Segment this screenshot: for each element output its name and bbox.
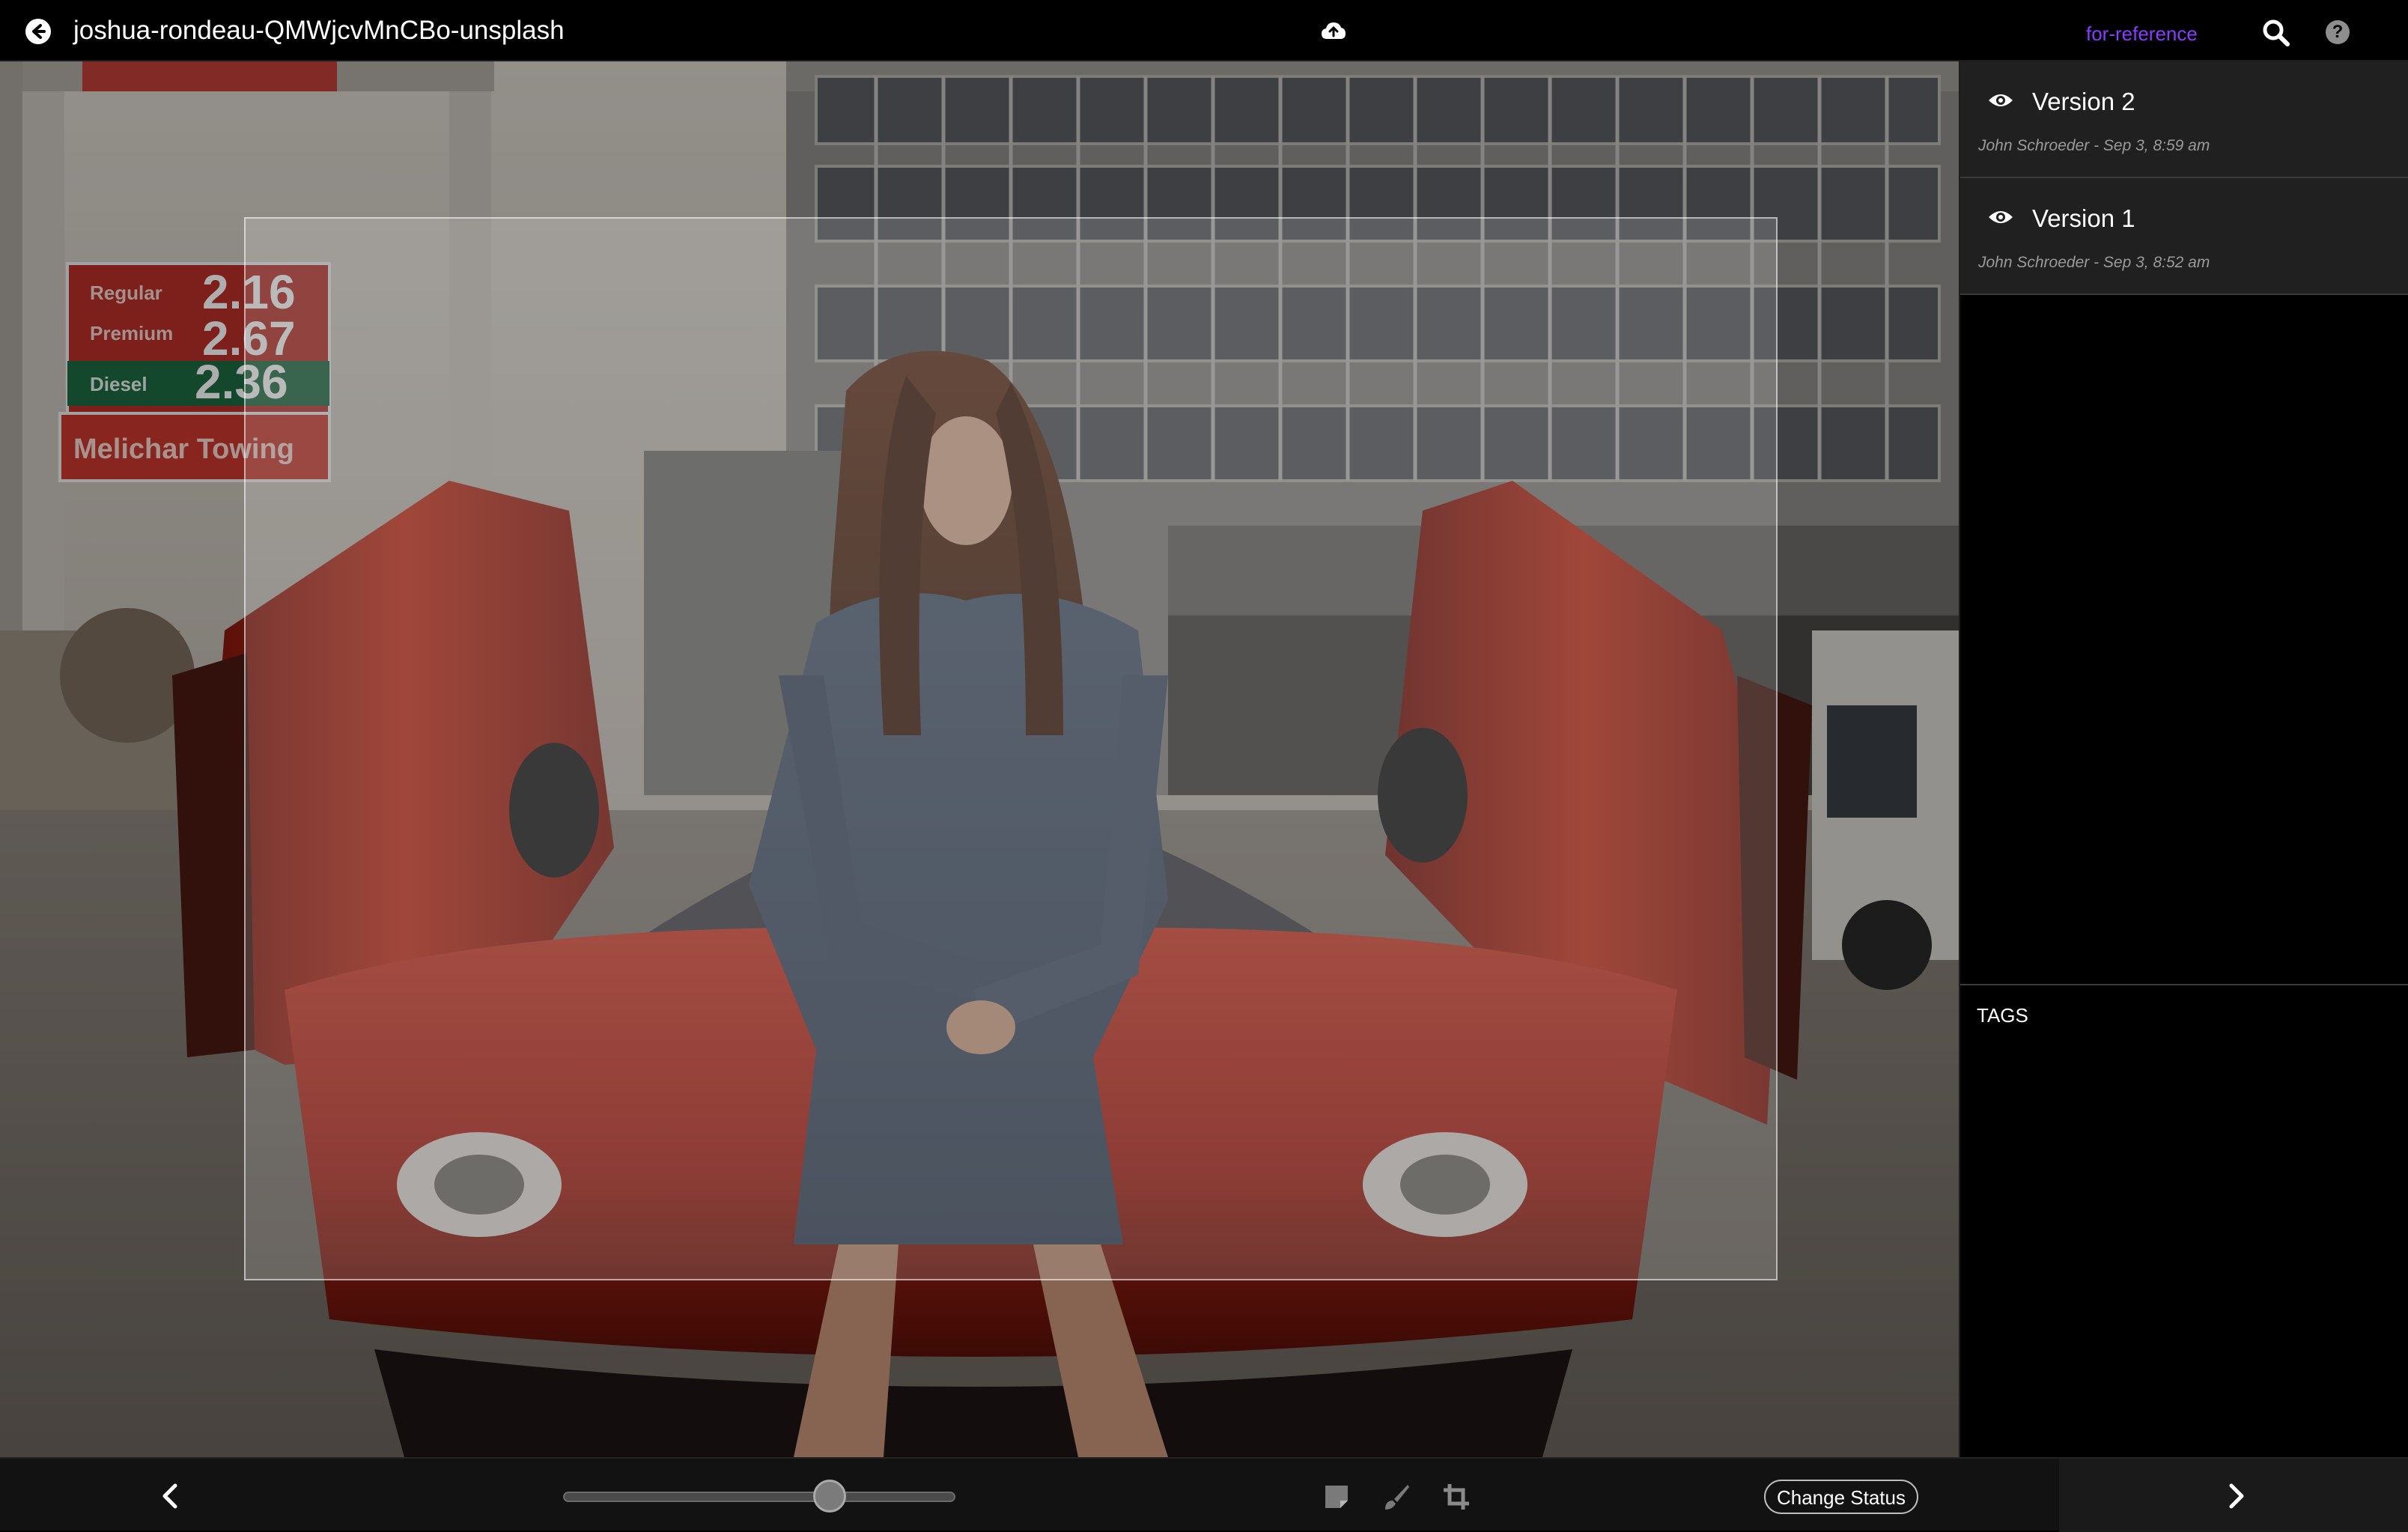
version-item[interactable]: Version 2 John Schroeder - Sep 3, 8:59 a… xyxy=(1960,61,2408,178)
cloud-upload-icon xyxy=(1322,22,1346,39)
crop-tool-button[interactable] xyxy=(1442,1483,1471,1511)
tags-section: TAGS xyxy=(1960,984,2408,1457)
change-status-button[interactable]: Change Status xyxy=(1764,1480,1918,1514)
version-item[interactable]: Version 1 John Schroeder - Sep 3, 8:52 a… xyxy=(1960,178,2408,295)
search-icon xyxy=(2263,19,2290,46)
eye-icon[interactable] xyxy=(1987,208,2014,226)
previous-button[interactable] xyxy=(156,1481,186,1511)
version-meta: John Schroeder - Sep 3, 8:52 am xyxy=(1978,254,2210,271)
help-circle-icon: ? xyxy=(2332,22,2344,42)
chevron-right-icon xyxy=(2229,1483,2244,1509)
upload-button[interactable] xyxy=(1321,21,1346,40)
back-button[interactable] xyxy=(25,19,51,44)
top-bar: joshua-rondeau-QMWjcvMnCBo-unsplash for-… xyxy=(0,0,2408,61)
help-button[interactable]: ? xyxy=(2326,20,2350,44)
zoom-slider[interactable] xyxy=(563,1492,955,1502)
version-label: Version 1 xyxy=(2032,204,2135,232)
note-icon xyxy=(1325,1486,1348,1508)
next-button[interactable] xyxy=(2221,1481,2251,1511)
version-label: Version 2 xyxy=(2032,88,2135,115)
reference-link[interactable]: for-reference xyxy=(2086,22,2198,46)
arrow-left-circle-icon xyxy=(32,24,46,39)
crop-icon xyxy=(1444,1484,1469,1510)
chevron-left-icon xyxy=(162,1483,177,1509)
brush-tool-button[interactable] xyxy=(1382,1483,1411,1511)
zoom-slider-handle[interactable] xyxy=(813,1480,847,1513)
note-tool-button[interactable] xyxy=(1322,1483,1351,1511)
versions-panel: Version 2 John Schroeder - Sep 3, 8:59 a… xyxy=(1959,61,2408,1457)
search-button[interactable] xyxy=(2261,18,2291,48)
version-meta: John Schroeder - Sep 3, 8:59 am xyxy=(1978,137,2210,154)
tags-heading: TAGS xyxy=(1977,1004,2028,1027)
image-viewer[interactable]: Regular Premium Diesel 2.16 2.67 2.36 Me… xyxy=(0,61,1959,1457)
bottom-toolbar: Change Status xyxy=(0,1457,2408,1532)
page-title: joshua-rondeau-QMWjcvMnCBo-unsplash xyxy=(73,16,565,45)
eye-icon[interactable] xyxy=(1987,91,2014,109)
crop-selection[interactable] xyxy=(244,217,1778,1280)
brush-icon xyxy=(1385,1485,1409,1510)
